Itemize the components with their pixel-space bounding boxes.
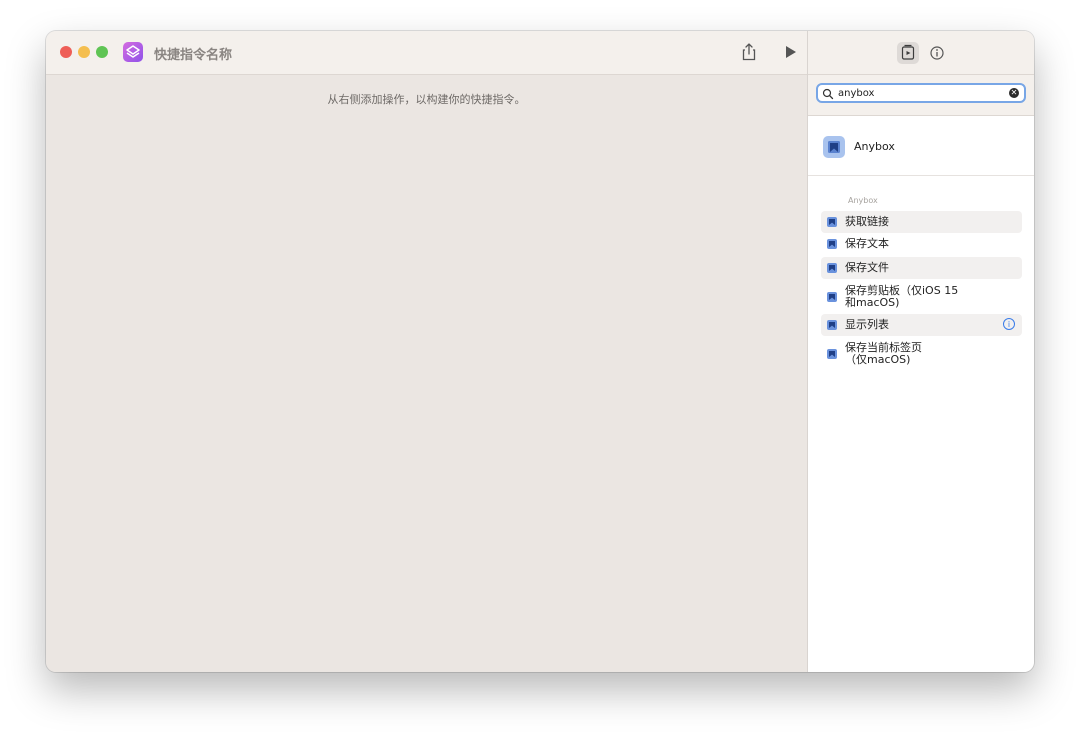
action-show-list[interactable]: 显示列表 i (821, 314, 1022, 336)
search-icon (822, 88, 834, 100)
action-search-field[interactable]: ✕ (816, 83, 1026, 103)
section-label: Anybox (848, 196, 878, 205)
anybox-action-icon (827, 320, 837, 330)
editor-pane: 快捷指令名称 从右侧添加操作，以构建你的快捷指令。 (46, 31, 807, 672)
play-icon (786, 46, 796, 58)
action-get-link[interactable]: 获取链接 (821, 211, 1022, 233)
shortcuts-icon[interactable] (123, 42, 143, 62)
action-label: 显示列表 (845, 318, 889, 331)
shortcut-title[interactable]: 快捷指令名称 (154, 44, 232, 63)
share-button[interactable] (738, 41, 760, 63)
action-sidebar: ✕ Anybox Anybox 获取链接 保存文本 保存文件 (807, 31, 1034, 672)
anybox-action-icon (827, 239, 837, 249)
action-label: 获取链接 (845, 215, 889, 228)
action-library-icon (901, 44, 915, 60)
search-input[interactable] (838, 86, 998, 100)
anybox-action-icon (827, 217, 837, 227)
toolbar: 快捷指令名称 (46, 31, 807, 75)
action-label: 保存当前标签页 （仅macOS) (845, 341, 922, 366)
action-save-clipboard[interactable]: 保存剪贴板（仅iOS 15 和macOS) (821, 281, 1022, 313)
minimize-window-button[interactable] (78, 46, 90, 58)
app-result-anybox[interactable]: Anybox (808, 123, 1034, 176)
anybox-action-icon (827, 292, 837, 302)
anybox-action-icon (827, 349, 837, 359)
action-label: 保存剪贴板（仅iOS 15 和macOS) (845, 284, 959, 309)
close-window-button[interactable] (60, 46, 72, 58)
action-save-text[interactable]: 保存文本 (821, 233, 1022, 255)
action-library-button[interactable] (897, 42, 919, 64)
clear-icon[interactable]: ✕ (1009, 88, 1019, 98)
empty-editor-hint: 从右侧添加操作，以构建你的快捷指令。 (327, 93, 526, 106)
run-button[interactable] (779, 41, 801, 63)
info-icon[interactable]: i (1003, 318, 1015, 330)
maximize-window-button[interactable] (96, 46, 108, 58)
action-save-current-tab[interactable]: 保存当前标签页 （仅macOS) (821, 337, 1022, 371)
info-icon (930, 46, 944, 60)
app-result-name: Anybox (854, 140, 895, 153)
share-icon (742, 43, 756, 61)
search-bar-area: ✕ (808, 75, 1034, 116)
action-label: 保存文件 (845, 261, 889, 274)
action-save-file[interactable]: 保存文件 (821, 257, 1022, 279)
anybox-action-icon (827, 263, 837, 273)
shortcuts-window: 快捷指令名称 从右侧添加操作，以构建你的快捷指令。 anybox ✕ Anybo… (46, 31, 1034, 672)
action-label: 保存文本 (845, 237, 889, 250)
sidebar-toolbar (808, 31, 1034, 75)
details-button[interactable] (926, 42, 948, 64)
anybox-app-icon (823, 136, 845, 158)
